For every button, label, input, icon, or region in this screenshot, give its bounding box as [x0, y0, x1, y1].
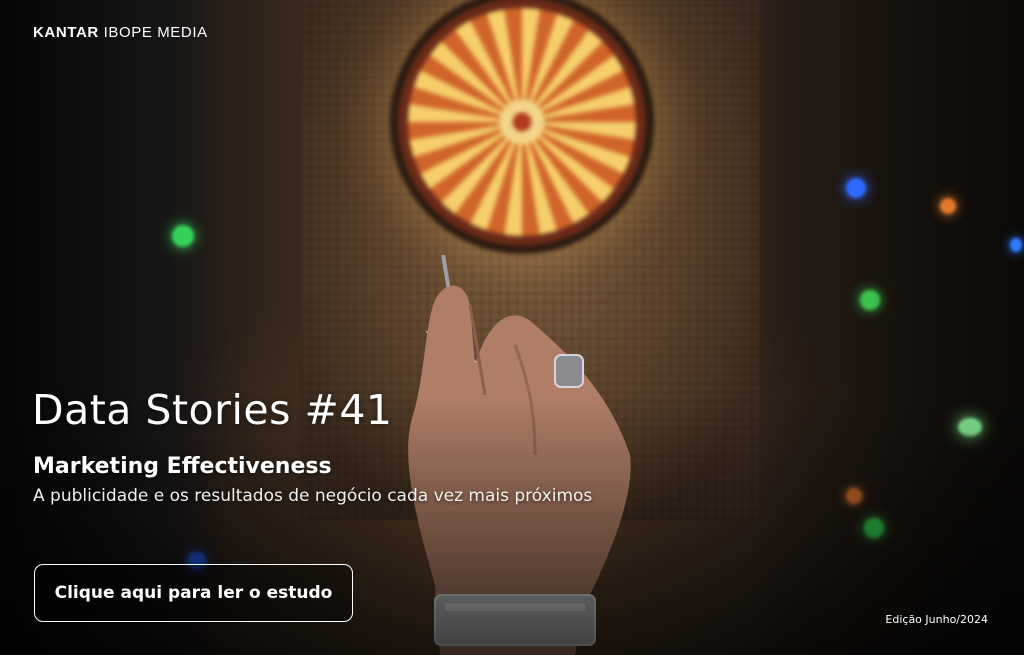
dartboard-icon [408, 8, 636, 236]
read-study-button[interactable]: Clique aqui para ler o estudo [34, 564, 353, 622]
bokeh-light [846, 178, 866, 198]
brand-primary: KANTAR [33, 24, 99, 41]
edition-label: Edição Junho/2024 [885, 613, 988, 626]
bokeh-light [1010, 238, 1022, 252]
bokeh-light [172, 225, 194, 247]
page-title: Data Stories #41 [32, 386, 393, 434]
bokeh-light [860, 290, 880, 310]
page-subtitle: Marketing Effectiveness [33, 454, 332, 479]
page-tagline: A publicidade e os resultados de negócio… [33, 486, 593, 506]
hero-banner: KANTAR IBOPE MEDIA Data Stories #41 Mark… [0, 0, 1024, 655]
bokeh-light [940, 198, 956, 214]
brand-logo: KANTAR IBOPE MEDIA [33, 24, 208, 41]
brand-secondary: IBOPE MEDIA [103, 24, 208, 41]
